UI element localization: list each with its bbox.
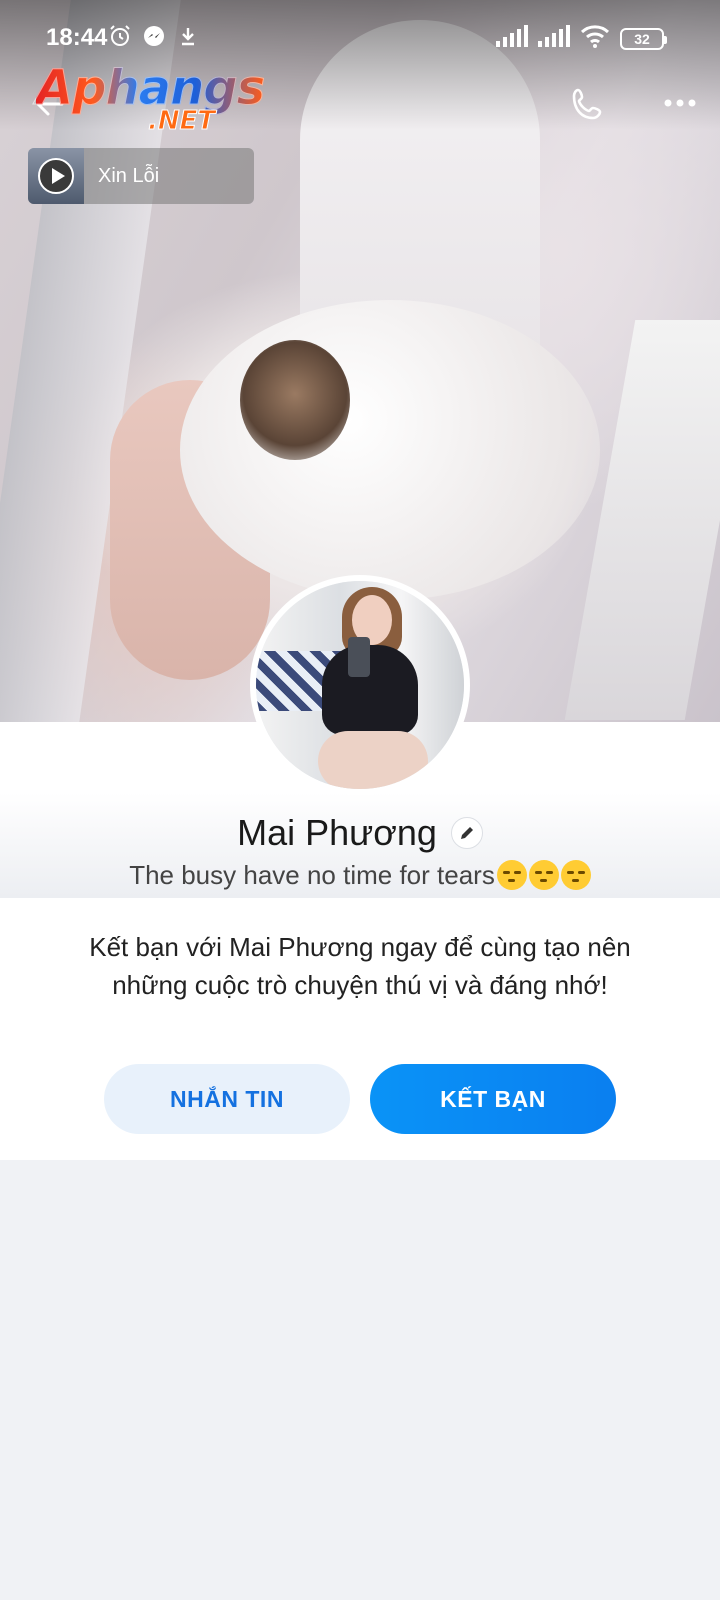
top-bar: Aphangs .NET [0, 60, 720, 140]
status-time: 18:44 [46, 24, 108, 51]
cover-dog-face [240, 340, 350, 460]
phone-call-icon[interactable] [568, 84, 608, 124]
music-thumbnail [28, 148, 84, 204]
name-row: Mai Phương [0, 812, 720, 854]
avatar-photo [256, 581, 464, 789]
profile-name: Mai Phương [237, 812, 437, 853]
friend-invite-card: Kết bạn với Mai Phương ngay để cùng tạo … [0, 898, 720, 1160]
invite-text: Kết bạn với Mai Phương ngay để cùng tạo … [89, 932, 631, 1000]
edit-pencil-icon[interactable] [450, 817, 483, 849]
cover-furniture [564, 320, 720, 720]
logo-sub-text: .NET [147, 106, 216, 137]
profile-status: The busy have no time for tears [0, 860, 720, 891]
smirk-emoji-icon [528, 860, 559, 890]
watermark-logo: Aphangs .NET [35, 60, 265, 140]
messenger-icon [142, 24, 166, 48]
add-friend-button[interactable]: KẾT BẠN [370, 1064, 616, 1134]
music-title: Xin Lỗi [98, 164, 160, 187]
status-left-icons [108, 24, 200, 48]
smirk-emoji-icon [560, 860, 591, 890]
status-right-icons: 32 [496, 24, 667, 53]
signal-icon [496, 25, 528, 52]
message-button[interactable]: NHẮN TIN [104, 1064, 350, 1134]
profile-music-chip[interactable]: Xin Lỗi [28, 148, 254, 204]
avatar-body [322, 645, 418, 735]
status-text: The busy have no time for tears [129, 860, 495, 890]
play-icon[interactable] [38, 158, 74, 194]
download-icon [176, 24, 200, 48]
wifi-icon [580, 24, 610, 53]
smirk-emoji-icon [496, 860, 527, 890]
battery-indicator: 32 [620, 27, 667, 50]
alarm-icon [108, 24, 132, 48]
avatar-legs [318, 731, 428, 789]
avatar[interactable] [250, 575, 470, 795]
more-options-icon[interactable] [660, 88, 700, 118]
signal-2-icon [538, 25, 570, 52]
cover-dog [180, 300, 600, 600]
avatar-phone [348, 637, 370, 677]
status-bar: 18:44 32 [0, 0, 720, 60]
